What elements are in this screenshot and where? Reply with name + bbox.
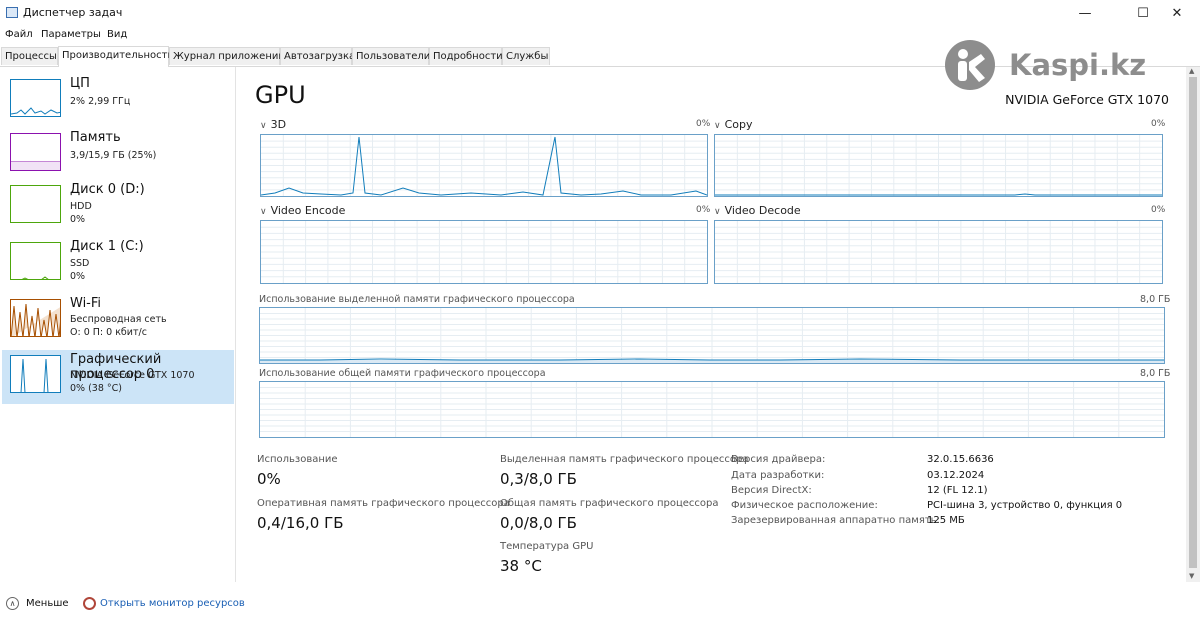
- directx-version-label: Версия DirectX:: [731, 485, 812, 496]
- graph-selector-3d[interactable]: ∨ 3D: [260, 118, 286, 131]
- minimize-button[interactable]: —: [1062, 0, 1108, 26]
- window-title: Диспетчер задач: [23, 6, 123, 19]
- disk-thumbnail-graph: [10, 185, 61, 223]
- graph-dedicated-memory: [259, 307, 1165, 364]
- sidebar-item-value: 0%: [70, 271, 86, 282]
- driver-version-label: Версия драйвера:: [731, 454, 826, 465]
- graph-video-decode: [714, 220, 1163, 284]
- physical-location-value: PCI-шина 3, устройство 0, функция 0: [927, 500, 1123, 511]
- gpu-thumbnail-graph: [10, 355, 61, 393]
- disk-thumbnail-graph: [10, 242, 61, 280]
- dedicated-memory-label: Использование выделенной памяти графичес…: [259, 294, 575, 305]
- sidebar-item-wifi[interactable]: Wi-Fi Беспроводная сеть О: 0 П: 0 кбит/с: [2, 294, 234, 348]
- driver-date-label: Дата разработки:: [731, 470, 825, 481]
- shared-memory-stat-value: 0,0/8,0 ГБ: [500, 514, 577, 532]
- sidebar-item-memory[interactable]: Память 3,9/15,9 ГБ (25%): [2, 128, 234, 182]
- graph-copy: [714, 134, 1163, 197]
- sidebar-item-title: Диск 1 (C:): [70, 239, 144, 254]
- wifi-thumbnail-graph: [10, 299, 61, 337]
- close-button[interactable]: ✕: [1154, 0, 1200, 26]
- sidebar-item-detail: Беспроводная сеть: [70, 314, 167, 325]
- menu-file[interactable]: Файл: [5, 29, 33, 40]
- vertical-scrollbar[interactable]: ▲ ▼: [1186, 67, 1200, 582]
- dedicated-memory-stat-value: 0,3/8,0 ГБ: [500, 470, 577, 488]
- graph-percent: 0%: [1151, 119, 1166, 129]
- fewer-details-button[interactable]: Меньше: [26, 598, 69, 609]
- sidebar-item-detail: 3,9/15,9 ГБ (25%): [70, 150, 157, 161]
- sidebar-item-detail: 2% 2,99 ГГц: [70, 96, 131, 107]
- reserved-memory-label: Зарезервированная аппаратно память:: [731, 515, 940, 526]
- tab-details[interactable]: Подробности: [429, 47, 503, 65]
- driver-date-value: 03.12.2024: [927, 470, 985, 481]
- footer-bar: ∧ Меньше Открыть монитор ресурсов: [0, 593, 1200, 617]
- dedicated-memory-stat-label: Выделенная память графического процессор…: [500, 454, 749, 465]
- sidebar-item-value: 0% (38 °C): [70, 383, 122, 394]
- tab-processes[interactable]: Процессы: [1, 47, 58, 65]
- graph-selector-video-decode[interactable]: ∨ Video Decode: [714, 204, 801, 217]
- graph-selector-video-encode[interactable]: ∨ Video Encode: [260, 204, 345, 217]
- memory-thumbnail-graph: [10, 133, 61, 171]
- shared-memory-stat-label: Общая память графического процессора: [500, 498, 719, 509]
- gpu-temperature-value: 38 °C: [500, 557, 542, 575]
- sidebar-item-title: Wi-Fi: [70, 296, 102, 311]
- sidebar-item-gpu[interactable]: Графический процессор 0 NVIDIA GeForce G…: [2, 350, 234, 404]
- shared-memory-max: 8,0 ГБ: [1140, 368, 1171, 379]
- cpu-thumbnail-graph: [10, 79, 61, 117]
- task-manager-icon: [6, 7, 18, 18]
- shared-memory-label: Использование общей памяти графического …: [259, 368, 546, 379]
- chevron-down-icon: ∨: [260, 207, 267, 217]
- scroll-down-icon[interactable]: ▼: [1189, 572, 1194, 580]
- sidebar-item-disk-0[interactable]: Диск 0 (D:) HDD 0%: [2, 180, 234, 234]
- scroll-up-icon[interactable]: ▲: [1189, 67, 1194, 75]
- tab-services[interactable]: Службы: [502, 47, 550, 65]
- graph-shared-memory: [259, 381, 1165, 438]
- gpu-panel: GPU NVIDIA GeForce GTX 1070 ∨ 3D 0% ∨ Copy…: [236, 67, 1186, 582]
- title-bar: Диспетчер задач — ☐ ✕: [0, 0, 1200, 26]
- sidebar-item-detail: SSD: [70, 258, 90, 269]
- directx-version-value: 12 (FL 12.1): [927, 485, 988, 496]
- graph-selector-copy[interactable]: ∨ Copy: [714, 118, 753, 131]
- driver-version-value: 32.0.15.6636: [927, 454, 994, 465]
- graph-video-encode: [260, 220, 708, 284]
- graph-percent: 0%: [696, 119, 711, 129]
- sidebar-item-detail: HDD: [70, 201, 92, 212]
- usage-value: 0%: [257, 470, 281, 488]
- physical-location-label: Физическое расположение:: [731, 500, 878, 511]
- gpu-memory-label: Оперативная память графического процессо…: [257, 498, 510, 509]
- chevron-up-icon[interactable]: ∧: [6, 597, 19, 610]
- sidebar-item-disk-1[interactable]: Диск 1 (C:) SSD 0%: [2, 237, 234, 291]
- tab-app-history[interactable]: Журнал приложений: [169, 47, 285, 65]
- chevron-down-icon: ∨: [714, 207, 721, 217]
- chevron-down-icon: ∨: [714, 121, 721, 131]
- gpu-memory-value: 0,4/16,0 ГБ: [257, 514, 344, 532]
- gpu-model-name: NVIDIA GeForce GTX 1070: [1005, 92, 1169, 107]
- sidebar: ЦП 2% 2,99 ГГц Память 3,9/15,9 ГБ (25%) …: [0, 67, 236, 582]
- sidebar-item-detail: NVIDIA GeForce GTX 1070: [70, 370, 195, 381]
- tab-performance[interactable]: Производительность: [58, 46, 173, 67]
- resource-monitor-icon[interactable]: [83, 597, 96, 610]
- tab-startup[interactable]: Автозагрузка: [280, 47, 355, 65]
- sidebar-item-title: Память: [70, 130, 121, 145]
- usage-label: Использование: [257, 454, 338, 465]
- scroll-thumb[interactable]: [1189, 77, 1197, 568]
- menu-view[interactable]: Вид: [107, 29, 127, 40]
- sidebar-item-value: О: 0 П: 0 кбит/с: [70, 327, 147, 338]
- graph-percent: 0%: [1151, 205, 1166, 215]
- graph-percent: 0%: [696, 205, 711, 215]
- reserved-memory-value: 125 МБ: [927, 515, 965, 526]
- open-resource-monitor-link[interactable]: Открыть монитор ресурсов: [100, 598, 245, 609]
- menu-options[interactable]: Параметры: [41, 29, 101, 40]
- gpu-temperature-label: Температура GPU: [500, 541, 594, 552]
- sidebar-item-title: Диск 0 (D:): [70, 182, 145, 197]
- sidebar-item-value: 0%: [70, 214, 86, 225]
- dedicated-memory-max: 8,0 ГБ: [1140, 294, 1171, 305]
- tab-users[interactable]: Пользователи: [352, 47, 430, 65]
- page-title: GPU: [255, 81, 306, 109]
- graph-3d: [260, 134, 708, 197]
- sidebar-item-cpu[interactable]: ЦП 2% 2,99 ГГц: [2, 74, 234, 128]
- sidebar-item-title: ЦП: [70, 76, 90, 91]
- chevron-down-icon: ∨: [260, 121, 267, 131]
